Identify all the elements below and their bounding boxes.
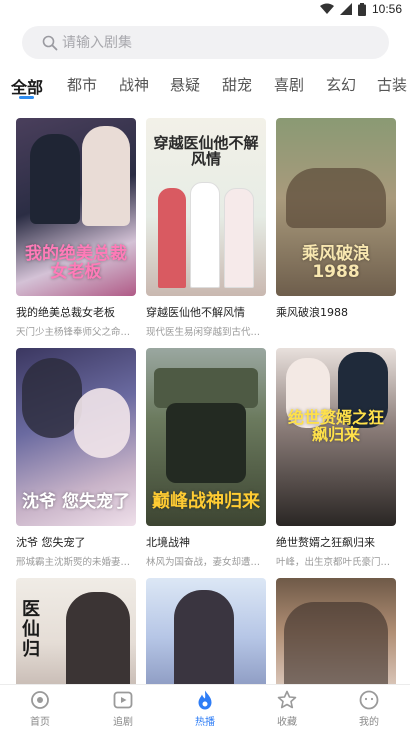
status-bar: 10:56	[0, 0, 410, 20]
profile-face-icon	[359, 690, 379, 710]
search-input[interactable]	[62, 34, 362, 51]
drama-poster[interactable]: 沈爷 您失宠了	[16, 348, 136, 526]
tab-suspense[interactable]: 悬疑	[170, 74, 200, 95]
drama-title: 穿越医仙他不解风情	[146, 306, 245, 319]
nav-trending-label: 热播	[195, 717, 215, 728]
drama-title: 北境战神	[146, 536, 190, 549]
drama-description: 邢城霸主沈斯煚的未婚妻…	[16, 557, 131, 568]
drama-card[interactable]: 沈爷 您失宠了 沈爷 您失宠了 邢城霸主沈斯煚的未婚妻…	[16, 348, 136, 568]
drama-poster[interactable]: 巅峰战神归来	[146, 348, 266, 526]
home-icon	[31, 691, 49, 709]
drama-card[interactable]: 穿越医仙他不解风情 穿越医仙他不解风情 现代医生易闲穿越到古代…	[146, 118, 266, 338]
star-icon	[277, 690, 297, 709]
nav-following-label: 追剧	[113, 717, 133, 728]
signal-icon	[339, 3, 352, 15]
drama-title: 沈爷 您失宠了	[16, 536, 86, 549]
poster-title-art: 乘风破浪1988	[302, 244, 370, 283]
drama-card[interactable]: 医仙归	[16, 578, 136, 686]
drama-title: 我的绝美总裁女老板	[16, 306, 115, 319]
drama-card[interactable]	[276, 578, 396, 686]
nav-home-label: 首页	[30, 717, 50, 728]
drama-poster[interactable]: 乘风破浪1988	[276, 118, 396, 296]
poster-title-art: 绝世赘婿之狂飙归来	[287, 408, 384, 444]
drama-description: 叶峰，出生京都叶氏豪门…	[276, 557, 391, 568]
drama-poster[interactable]: 医仙归	[16, 578, 136, 686]
drama-poster[interactable]: 我的绝美总裁女老板	[16, 118, 136, 296]
drama-title: 绝世赘婿之狂飙归来	[276, 536, 375, 549]
play-box-icon	[113, 691, 133, 709]
nav-home[interactable]: 首页	[10, 689, 70, 728]
drama-card[interactable]: 我的绝美总裁女老板 我的绝美总裁女老板 天门少主杨锋奉师父之命…	[16, 118, 136, 338]
tab-war-god[interactable]: 战神	[119, 74, 149, 95]
drama-poster[interactable]	[146, 578, 266, 686]
poster-title-art: 医仙归	[22, 599, 40, 660]
tab-sweet[interactable]: 甜宠	[222, 74, 252, 95]
drama-description: 林风为国奋战，妻女却遭…	[146, 557, 261, 568]
drama-poster[interactable]: 绝世赘婿之狂飙归来	[276, 348, 396, 526]
drama-poster[interactable]: 穿越医仙他不解风情	[146, 118, 266, 296]
tab-fantasy[interactable]: 玄幻	[326, 74, 356, 95]
wifi-icon	[319, 3, 334, 14]
nav-favorites[interactable]: 收藏	[257, 689, 317, 728]
drama-description: 天门少主杨锋奉师父之命…	[16, 327, 131, 338]
tab-comedy[interactable]: 喜剧	[274, 74, 304, 95]
status-icons: 10:56	[319, 2, 402, 16]
poster-title-art: 巅峰战神归来	[152, 491, 260, 513]
drama-description: 现代医生易闲穿越到古代…	[146, 327, 261, 338]
search-icon	[42, 35, 58, 50]
tab-costume[interactable]: 古装	[377, 74, 407, 95]
poster-title-art: 沈爷 您失宠了	[22, 492, 130, 513]
nav-trending[interactable]: 热播	[175, 689, 235, 728]
drama-card[interactable]: 乘风破浪1988 乘风破浪1988	[276, 118, 396, 324]
battery-icon	[357, 2, 366, 16]
drama-card[interactable]: 巅峰战神归来 北境战神 林风为国奋战，妻女却遭…	[146, 348, 266, 568]
nav-profile-label: 我的	[359, 717, 379, 728]
drama-poster[interactable]	[276, 578, 396, 686]
flame-icon	[198, 690, 212, 710]
tab-urban[interactable]: 都市	[67, 74, 97, 95]
nav-following[interactable]: 追剧	[93, 689, 153, 728]
status-time: 10:56	[371, 2, 402, 16]
tab-all[interactable]: 全部	[11, 74, 43, 98]
drama-card[interactable]	[146, 578, 266, 686]
bottom-navigation: 首页 追剧 热播 收藏 我的	[0, 684, 410, 730]
search-bar[interactable]	[22, 26, 389, 59]
poster-title-art: 穿越医仙他不解风情	[153, 134, 259, 168]
category-tabs: 全部 都市 战神 悬疑 甜宠 喜剧 玄幻 古装	[0, 70, 410, 106]
nav-favorites-label: 收藏	[277, 717, 297, 728]
active-tab-indicator	[19, 96, 34, 99]
poster-title-art: 我的绝美总裁女老板	[25, 244, 127, 283]
nav-profile[interactable]: 我的	[339, 689, 399, 728]
drama-title: 乘风破浪1988	[276, 306, 348, 319]
drama-card[interactable]: 绝世赘婿之狂飙归来 绝世赘婿之狂飙归来 叶峰，出生京都叶氏豪门…	[276, 348, 396, 568]
